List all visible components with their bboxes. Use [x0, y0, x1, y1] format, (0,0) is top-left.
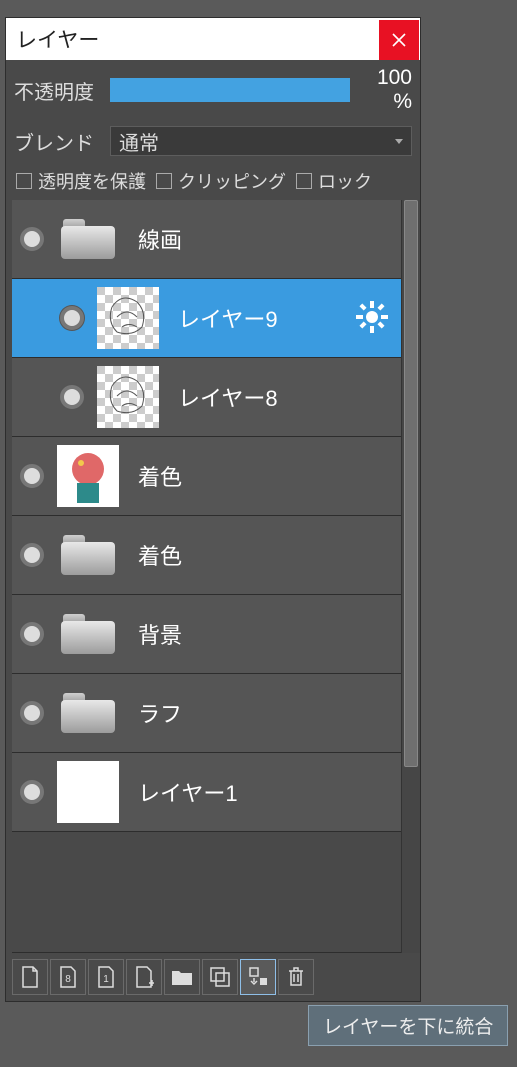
layer-list: 線画レイヤー9レイヤー8着色着色背景ラフレイヤー1 [12, 200, 401, 953]
layer-thumbnail [92, 285, 164, 351]
blend-mode-select[interactable]: 通常 [110, 126, 412, 156]
layer-thumbnail [52, 522, 124, 588]
layer-name: 着色 [124, 460, 401, 492]
new-layer-button[interactable] [12, 959, 48, 995]
layer-visibility-toggle[interactable] [12, 464, 52, 488]
new-folder-button[interactable] [164, 959, 200, 995]
opacity-label: 不透明度 [14, 76, 110, 105]
layers-container: 線画レイヤー9レイヤー8着色着色背景ラフレイヤー1 [6, 200, 420, 953]
layer-row[interactable]: 着色 [12, 516, 401, 595]
duplicate-layer-button[interactable] [202, 959, 238, 995]
layer-thumbnail [52, 680, 124, 746]
layer-thumbnail [52, 206, 124, 272]
opacity-value: 100 % [350, 66, 412, 114]
blend-label: ブレンド [14, 127, 110, 156]
layer-name: ラフ [124, 697, 401, 729]
layer-row[interactable]: ラフ [12, 674, 401, 753]
layer-name: レイヤー1 [124, 776, 401, 808]
layer-options-row: 透明度を保護 クリッピング ロック [6, 162, 420, 200]
layer-name: 背景 [124, 618, 401, 650]
close-button[interactable] [379, 20, 419, 60]
layer-visibility-toggle[interactable] [12, 543, 52, 567]
layer-row[interactable]: 背景 [12, 595, 401, 674]
panel-titlebar[interactable]: レイヤー [6, 18, 420, 60]
layer-visibility-toggle[interactable] [12, 701, 52, 725]
scrollbar[interactable] [401, 200, 420, 953]
layer-thumbnail [92, 364, 164, 430]
layer-name: 着色 [124, 539, 401, 571]
layer-row[interactable]: 線画 [12, 200, 401, 279]
opacity-slider[interactable] [110, 78, 350, 102]
scrollbar-thumb[interactable] [404, 200, 418, 767]
layer-visibility-toggle[interactable] [52, 306, 92, 330]
tooltip: レイヤーを下に統合 [308, 1005, 508, 1046]
new-layer-8bit-button[interactable]: 8 [50, 959, 86, 995]
lock-checkbox[interactable]: ロック [292, 166, 376, 196]
layer-visibility-toggle[interactable] [12, 622, 52, 646]
panel-title: レイヤー [6, 24, 99, 54]
svg-text:8: 8 [65, 974, 71, 985]
protect-opacity-checkbox[interactable]: 透明度を保護 [12, 166, 150, 196]
layer-visibility-toggle[interactable] [52, 385, 92, 409]
layers-panel: レイヤー 不透明度 100 % ブレンド 通常 透明度を保護 クリッピング ロッ… [6, 18, 420, 1001]
delete-layer-button[interactable] [278, 959, 314, 995]
layer-row[interactable]: レイヤー8 [12, 358, 401, 437]
layer-thumbnail [52, 601, 124, 667]
dropdown-caret-icon [395, 139, 403, 144]
folder-icon [61, 614, 115, 654]
folder-icon [61, 219, 115, 259]
layer-name: レイヤー8 [164, 381, 401, 413]
add-layer-button[interactable] [126, 959, 162, 995]
svg-text:1: 1 [103, 974, 109, 985]
layer-name: 線画 [124, 223, 401, 255]
new-layer-1bit-button[interactable]: 1 [88, 959, 124, 995]
layer-toolbar: 8 1 [6, 953, 420, 1001]
layer-row[interactable]: 着色 [12, 437, 401, 516]
folder-icon [61, 535, 115, 575]
layer-thumbnail [52, 443, 124, 509]
layer-thumbnail [52, 759, 124, 825]
blend-row: ブレンド 通常 [6, 120, 420, 162]
layer-visibility-toggle[interactable] [12, 780, 52, 804]
folder-icon [61, 693, 115, 733]
blend-mode-value: 通常 [119, 127, 159, 156]
opacity-row: 不透明度 100 % [6, 60, 420, 120]
gear-icon[interactable] [355, 300, 391, 336]
layer-row[interactable]: レイヤー1 [12, 753, 401, 832]
clipping-checkbox[interactable]: クリッピング [152, 166, 290, 196]
layer-name: レイヤー9 [164, 302, 355, 334]
layer-visibility-toggle[interactable] [12, 227, 52, 251]
merge-down-button[interactable] [240, 959, 276, 995]
layer-row[interactable]: レイヤー9 [12, 279, 401, 358]
